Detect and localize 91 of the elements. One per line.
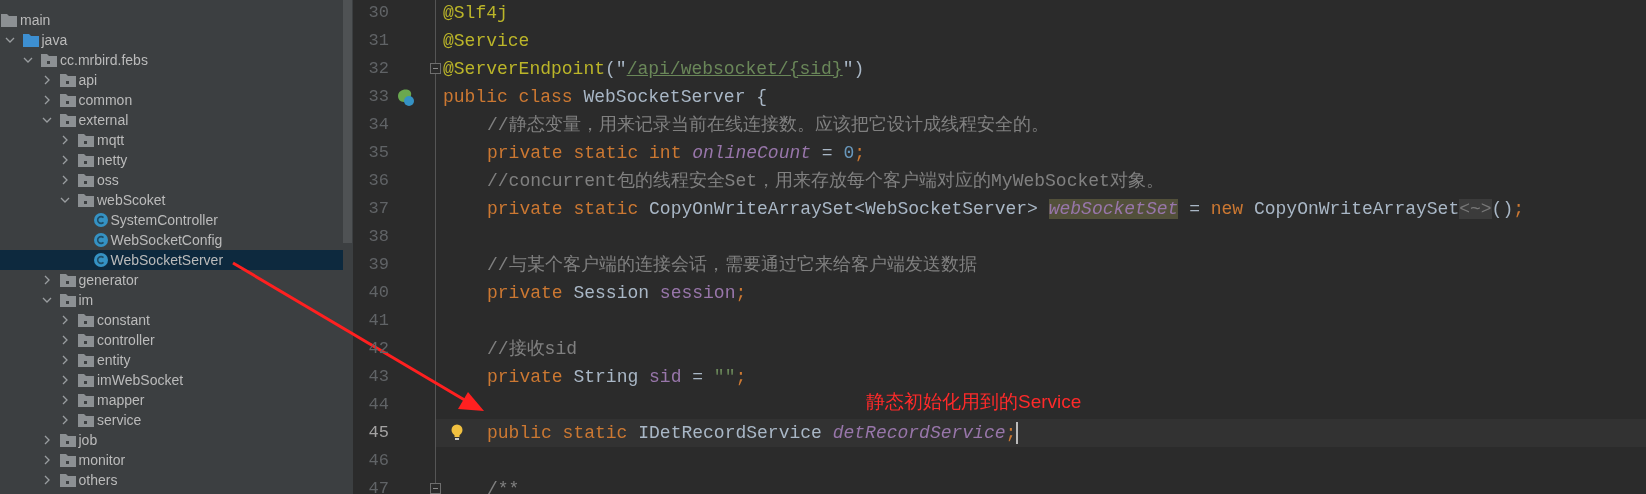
folder-icon	[1, 13, 17, 27]
tree-item[interactable]: im	[0, 290, 343, 310]
folder-icon	[78, 353, 94, 367]
code-line: public class WebSocketServer {	[443, 87, 768, 107]
code-line: @Service	[443, 31, 530, 51]
tree-item[interactable]: webScoket	[0, 190, 343, 210]
tree-item[interactable]: java	[0, 30, 343, 50]
line-number: 43	[367, 366, 389, 388]
folder-icon	[59, 73, 76, 87]
tree-item[interactable]: job	[0, 430, 343, 450]
tree-item[interactable]: WebSocketServer	[0, 250, 343, 270]
line-number: 38	[367, 226, 389, 248]
tree-item[interactable]: others	[0, 470, 343, 490]
tree-item[interactable]: service	[0, 410, 343, 430]
folder-icon	[59, 273, 76, 287]
tree-item[interactable]: WebSocketConfig	[0, 230, 343, 250]
folder-icon	[78, 373, 94, 387]
tree-item[interactable]: entity	[0, 350, 343, 370]
line-number: 37	[367, 198, 389, 220]
lightbulb-icon[interactable]	[451, 424, 463, 441]
tree-item[interactable]: generator	[0, 270, 343, 290]
chevron-down-icon[interactable]	[4, 35, 15, 45]
class-icon	[93, 253, 108, 267]
folder-icon	[78, 193, 94, 207]
line-number: 41	[367, 310, 389, 332]
folder-icon	[78, 133, 94, 147]
tree-item[interactable]: SystemController	[0, 210, 343, 230]
fold-icon[interactable]	[430, 63, 441, 74]
folder-icon	[78, 313, 94, 327]
line-number: 35	[367, 142, 389, 164]
code-line: @ServerEndpoint("/api/websocket/{sid}")	[443, 59, 865, 79]
tree-item[interactable]: constant	[0, 310, 343, 330]
folder-icon	[59, 113, 76, 127]
spring-bean-icon[interactable]	[396, 87, 415, 107]
code-line: private Session session;	[487, 283, 747, 303]
line-number: 46	[367, 450, 389, 472]
folder-icon	[78, 393, 94, 407]
folder-icon	[59, 453, 76, 467]
class-icon	[93, 213, 108, 227]
chevron-down-icon[interactable]	[41, 115, 52, 125]
text-caret	[1016, 422, 1019, 445]
line-number: 30	[367, 2, 389, 24]
tree-item[interactable]: oss	[0, 170, 343, 190]
code-line: /**	[487, 479, 520, 494]
folder-icon	[59, 293, 76, 307]
tree-item[interactable]: common	[0, 90, 343, 110]
line-number: 45	[367, 422, 389, 444]
folder-icon	[41, 53, 57, 67]
tree-item[interactable]: controller	[0, 330, 343, 350]
tree-item[interactable]: netty	[0, 150, 343, 170]
line-number: 32	[367, 58, 389, 80]
line-number: 36	[367, 170, 389, 192]
scrollbar-thumb[interactable]	[343, 0, 352, 243]
tree-item[interactable]: external	[0, 110, 343, 130]
folder-icon	[78, 153, 94, 167]
line-number: 47	[367, 478, 389, 494]
code-line: //静态变量，用来记录当前在线连接数。应该把它设计成线程安全的。	[487, 115, 1049, 135]
tree-item[interactable]: main	[0, 10, 343, 30]
tree-item[interactable]: cc.mrbird.febs	[0, 50, 343, 70]
line-number: 44	[367, 394, 389, 416]
annotation-text: 静态初始化用到的Service	[866, 390, 1082, 414]
code-line: private static CopyOnWriteArraySet<WebSocketServer> webSocketSet = new CopyOnWriteArraySet<~>();	[487, 199, 1524, 219]
folder-icon	[78, 413, 94, 427]
folder-icon	[78, 173, 94, 187]
code-line: private String sid = "";	[487, 367, 747, 387]
line-number: 40	[367, 282, 389, 304]
line-number: 31	[367, 30, 389, 52]
chevron-down-icon[interactable]	[41, 295, 52, 305]
tree-item[interactable]: api	[0, 70, 343, 90]
line-number: 34	[367, 114, 389, 136]
code-line: //concurrent包的线程安全Set，用来存放每个客户端对应的MyWebSocket对象。	[487, 171, 1164, 191]
tree-item[interactable]: monitor	[0, 450, 343, 470]
tree-item[interactable]: mapper	[0, 390, 343, 410]
class-icon	[93, 233, 108, 247]
tree-item[interactable]: imWebSocket	[0, 370, 343, 390]
tree-item[interactable]: mqtt	[0, 130, 343, 150]
code-line: private static int onlineCount = 0;	[487, 143, 866, 163]
folder-icon	[22, 33, 39, 47]
chevron-down-icon[interactable]	[23, 55, 33, 65]
code-line: public static IDetRecordService detRecordService;	[487, 423, 1017, 443]
code-line: //与某个客户端的连接会话，需要通过它来给客户端发送数据	[487, 255, 977, 275]
code-line: @Slf4j	[443, 3, 508, 23]
fold-icon[interactable]	[430, 483, 441, 494]
chevron-down-icon[interactable]	[60, 195, 70, 205]
line-number: 39	[367, 254, 389, 276]
folder-icon	[59, 433, 76, 447]
line-number: 33	[367, 86, 389, 108]
code-line: //接收sid	[487, 339, 577, 359]
folder-icon	[78, 333, 94, 347]
folder-icon	[59, 473, 76, 487]
folder-icon	[59, 93, 76, 107]
